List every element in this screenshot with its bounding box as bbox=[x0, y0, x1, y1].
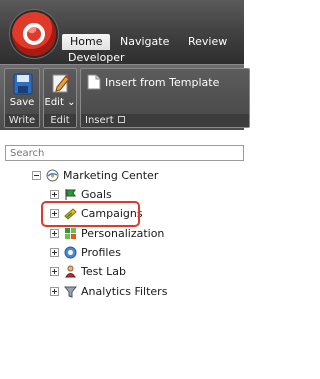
save-button-label: Save bbox=[9, 97, 35, 108]
edit-group: Edit ⌄ Edit bbox=[43, 68, 77, 128]
campaigns-highlight bbox=[41, 201, 140, 227]
app-logo-icon bbox=[23, 23, 45, 45]
marketing-center-icon bbox=[46, 169, 59, 181]
edit-button-label: Edit ⌄ bbox=[44, 97, 76, 108]
content-tree: Marketing Center Goals Campaigns Persona… bbox=[0, 164, 244, 379]
tree-node-label: Personalization bbox=[81, 226, 165, 240]
tab-review[interactable]: Review bbox=[188, 34, 227, 50]
expand-toggle-icon[interactable] bbox=[50, 189, 59, 199]
expand-toggle-icon[interactable] bbox=[50, 266, 59, 276]
ribbon-body: Save Write Edit ⌄ Edit Insert from Templ… bbox=[0, 64, 250, 130]
analytics-filters-icon bbox=[64, 286, 77, 298]
tree-node-goals[interactable]: Goals bbox=[50, 186, 112, 202]
edit-icon bbox=[52, 74, 70, 93]
test-lab-icon bbox=[65, 265, 76, 277]
collapse-toggle-icon[interactable] bbox=[32, 170, 41, 180]
template-page-icon bbox=[87, 74, 101, 90]
tab-navigate[interactable]: Navigate bbox=[120, 34, 169, 50]
ribbon-tabs: Home Navigate Review Developer bbox=[60, 34, 244, 64]
write-group: Save Write bbox=[4, 68, 40, 128]
tree-node-label: Goals bbox=[81, 187, 112, 201]
insert-group: Insert from Template Insert bbox=[80, 68, 250, 128]
write-group-label: Write bbox=[5, 114, 39, 127]
tree-node-analytics-filters[interactable]: Analytics Filters bbox=[50, 283, 167, 299]
chevron-down-icon: ⌄ bbox=[67, 97, 76, 108]
tree-node-marketing-center[interactable]: Marketing Center bbox=[32, 167, 158, 183]
tree-node-label: Profiles bbox=[81, 245, 121, 259]
tree-node-profiles[interactable]: Profiles bbox=[50, 244, 121, 260]
ribbon-header: Home Navigate Review Developer bbox=[0, 0, 244, 64]
tree-node-label: Marketing Center bbox=[63, 168, 159, 182]
expand-toggle-icon[interactable] bbox=[50, 286, 59, 296]
search-input[interactable] bbox=[5, 145, 244, 161]
insert-group-label: Insert bbox=[81, 114, 249, 127]
insert-from-template-button[interactable]: Insert from Template bbox=[87, 73, 219, 91]
tree-node-test-lab[interactable]: Test Lab bbox=[50, 263, 126, 279]
insert-from-template-label: Insert from Template bbox=[105, 75, 220, 89]
tab-home[interactable]: Home bbox=[62, 34, 111, 50]
edit-group-label: Edit bbox=[44, 114, 76, 127]
tree-node-label: Test Lab bbox=[81, 264, 127, 278]
goals-flag-icon bbox=[65, 188, 76, 200]
save-icon bbox=[13, 73, 33, 95]
personalization-icon bbox=[65, 227, 76, 239]
tree-node-personalization[interactable]: Personalization bbox=[50, 225, 164, 241]
dialog-launcher-icon[interactable] bbox=[117, 115, 125, 123]
profiles-icon bbox=[64, 246, 77, 258]
app-menu-button[interactable] bbox=[12, 12, 56, 56]
expand-toggle-icon[interactable] bbox=[50, 228, 59, 238]
tree-node-label: Analytics Filters bbox=[81, 284, 168, 298]
expand-toggle-icon[interactable] bbox=[50, 247, 59, 257]
